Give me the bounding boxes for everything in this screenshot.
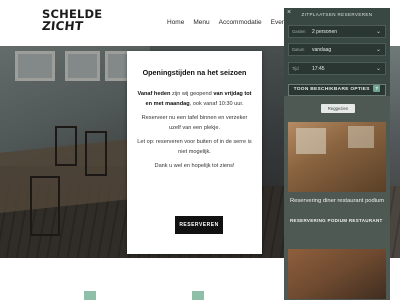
nav-item-menu[interactable]: Menu — [193, 19, 209, 26]
guests-select[interactable]: Gasten 2 personen ⌄ — [288, 25, 386, 38]
nav-item-accommodatie[interactable]: Accommodatie — [219, 19, 262, 26]
date-select[interactable]: Datum vandaag ⌄ — [288, 43, 386, 56]
opening-hours-modal: Openingstijden na het seizoen Vanaf hede… — [127, 51, 262, 254]
chevron-down-icon: ⌄ — [375, 65, 381, 72]
guests-label: Gasten — [292, 29, 306, 34]
modal-paragraph-hours: Vanaf heden zijn wij geopend van vrijdag… — [137, 91, 252, 107]
nav-item-home[interactable]: Home — [167, 19, 184, 26]
modal-paragraph-thanks: Dank u wel en hopelijk tot ziens! — [154, 163, 235, 169]
show-options-label: TOON BESCHIKBARE OPTIES — [293, 87, 370, 92]
chevron-down-icon: ⌄ — [375, 46, 381, 53]
restaurant-card-image[interactable] — [288, 122, 386, 192]
card-title[interactable]: Reservering diner restaurant podium — [290, 197, 386, 205]
show-options-button[interactable]: TOON BESCHIKBARE OPTIES ? — [288, 84, 386, 96]
modal-paragraph-notice: Let op: reserveren voor buiten of in de … — [137, 139, 252, 155]
date-value: vandaag — [312, 46, 332, 53]
card-subtitle: RESERVERING PODIUM RESTAURANT — [290, 218, 383, 223]
reservation-widget: × ZITPLAATSEN RESERVEREN Gasten 2 person… — [284, 8, 390, 96]
time-label: Tijd — [292, 66, 299, 71]
time-select[interactable]: Tijd 17:45 ⌄ — [288, 62, 386, 75]
guests-value: 2 personen — [312, 28, 338, 35]
brand-logo[interactable]: SCHELDE ZICHT — [41, 8, 102, 33]
date-label: Datum — [292, 47, 305, 52]
widget-title: ZITPLAATSEN RESERVEREN — [301, 12, 373, 17]
reserveren-button[interactable]: RESERVEREN — [175, 216, 223, 234]
help-icon[interactable]: ? — [373, 85, 381, 92]
modal-body: Vanaf heden zijn wij geopend van vrijdag… — [135, 89, 254, 175]
feature-icon — [84, 291, 96, 300]
second-card-image[interactable] — [288, 249, 386, 299]
chevron-down-icon: ⌄ — [375, 28, 381, 35]
modal-title: Openingstijden na het seizoen — [142, 68, 247, 77]
time-value: 17:45 — [312, 65, 325, 72]
brand-line-2: ZICHT — [41, 19, 84, 33]
modal-paragraph-reserve: Reserveer nu een tafel binnen en verzeke… — [141, 115, 248, 131]
category-tag[interactable]: Reggezien — [321, 104, 355, 113]
feature-icon — [192, 291, 204, 300]
offer-panel: Reggezien Reservering diner restaurant p… — [284, 96, 390, 300]
main-nav: Home Menu Accommodatie Even — [167, 19, 294, 26]
